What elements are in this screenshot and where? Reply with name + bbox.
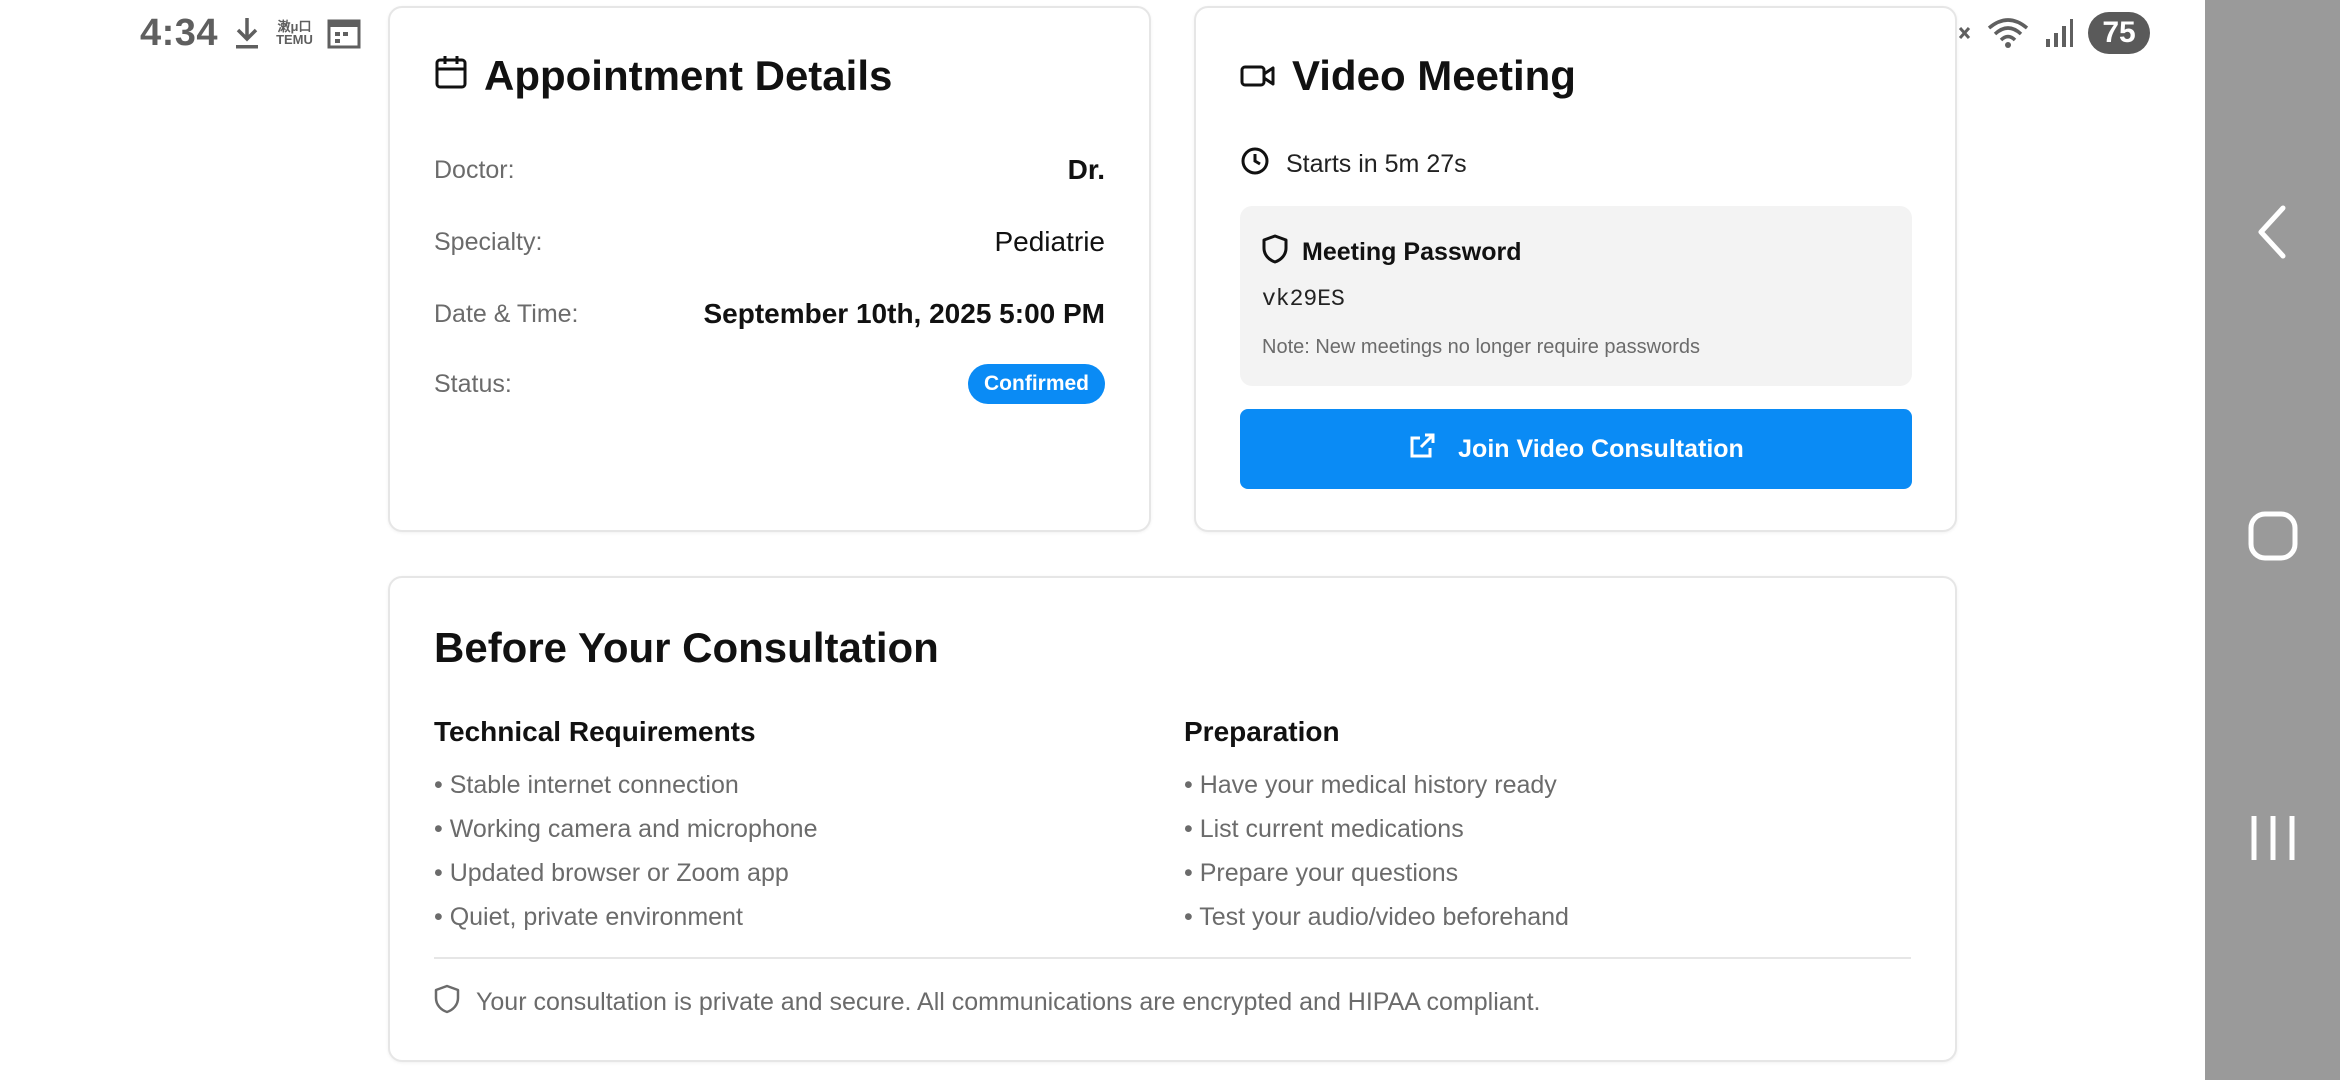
privacy-notice-text: Your consultation is private and secure.… [476,988,1541,1016]
back-icon [2258,205,2285,259]
technical-requirements-list: • Stable internet connection • Working c… [434,770,817,946]
appointment-details-card: Appointment Details Doctor: Dr. Specialt… [388,6,1151,532]
doctor-row: Doctor: Dr. [434,148,1105,192]
doctor-label: Doctor: [434,155,515,184]
list-item: • Working camera and microphone [434,815,818,843]
join-button-label: Join Video Consultation [1458,434,1744,463]
clock-icon [1240,146,1270,183]
recent-apps-icon [2251,816,2294,860]
shield-icon [434,984,460,1021]
divider [434,957,1911,959]
meeting-password-box: Meeting Password vk29ES Note: New meetin… [1240,206,1912,386]
calendar-icon [327,17,361,49]
list-item: • List current medications [1184,815,1464,843]
status-time: 4:34 [140,11,219,54]
list-item: • Test your audio/video beforehand [1184,903,1569,931]
doctor-value: Dr. [1067,154,1105,185]
list-item: • Have your medical history ready [1184,771,1557,799]
battery-indicator: 75 [2088,12,2150,54]
datetime-row: Date & Time: September 10th, 2025 5:00 P… [434,292,1105,336]
before-consultation-card: Before Your Consultation Technical Requi… [388,576,1957,1062]
meeting-countdown-text: Starts in 5m 27s [1286,150,1467,178]
list-item: • Prepare your questions [1184,859,1459,887]
status-bar-right: 75 [1938,12,2150,54]
specialty-label: Specialty: [434,227,543,256]
list-item: • Stable internet connection [434,771,739,799]
status-bar-left: 4:34 潄μ口 TEMU [140,12,361,54]
calendar-icon [434,52,468,100]
download-icon [232,15,262,51]
home-button[interactable] [2205,510,2340,562]
list-item: • Updated browser or Zoom app [434,859,789,887]
privacy-notice: Your consultation is private and secure.… [434,984,1540,1021]
before-consultation-title: Before Your Consultation [434,624,939,671]
home-icon [2248,511,2297,561]
external-link-icon [1408,432,1436,467]
meeting-password-value[interactable]: vk29ES [1262,286,1345,312]
status-row: Status: Confirmed [434,362,1105,406]
datetime-value: September 10th, 2025 5:00 PM [703,298,1105,329]
specialty-row: Specialty: Pediatrie [434,220,1105,264]
shield-icon [1262,234,1288,271]
video-meeting-title-text: Video Meeting [1292,52,1576,99]
preparation-list: • Have your medical history ready • List… [1184,770,1569,946]
status-label: Status: [434,369,512,398]
temu-icon-line2: TEMU [276,32,313,47]
signal-icon [2044,17,2074,49]
technical-requirements-section: Technical Requirements • Stable internet… [434,716,817,946]
preparation-section: Preparation • Have your medical history … [1184,716,1569,946]
preparation-title: Preparation [1184,716,1340,747]
appointment-title: Appointment Details [434,52,892,100]
video-meeting-title: Video Meeting [1240,52,1576,100]
technical-requirements-title: Technical Requirements [434,716,756,747]
meeting-countdown: Starts in 5m 27s [1240,146,1467,183]
video-meeting-card: Video Meeting Starts in 5m 27s Meeting P… [1194,6,1957,532]
temu-icon: 潄μ口 TEMU [276,20,313,46]
datetime-label: Date & Time: [434,299,579,328]
specialty-value: Pediatrie [994,226,1105,257]
recent-apps-button[interactable] [2205,812,2340,864]
video-camera-icon [1240,52,1276,100]
meeting-password-title: Meeting Password [1262,234,1522,271]
wifi-icon [1986,16,2030,50]
appointment-title-text: Appointment Details [484,52,893,99]
back-button[interactable] [2205,204,2340,260]
join-video-consultation-button[interactable]: Join Video Consultation [1240,409,1912,489]
meeting-password-note: Note: New meetings no longer require pas… [1262,336,1700,358]
navigation-bar [2205,0,2340,1080]
status-badge: Confirmed [968,364,1105,404]
list-item: • Quiet, private environment [434,903,743,931]
meeting-password-title-text: Meeting Password [1302,238,1522,266]
